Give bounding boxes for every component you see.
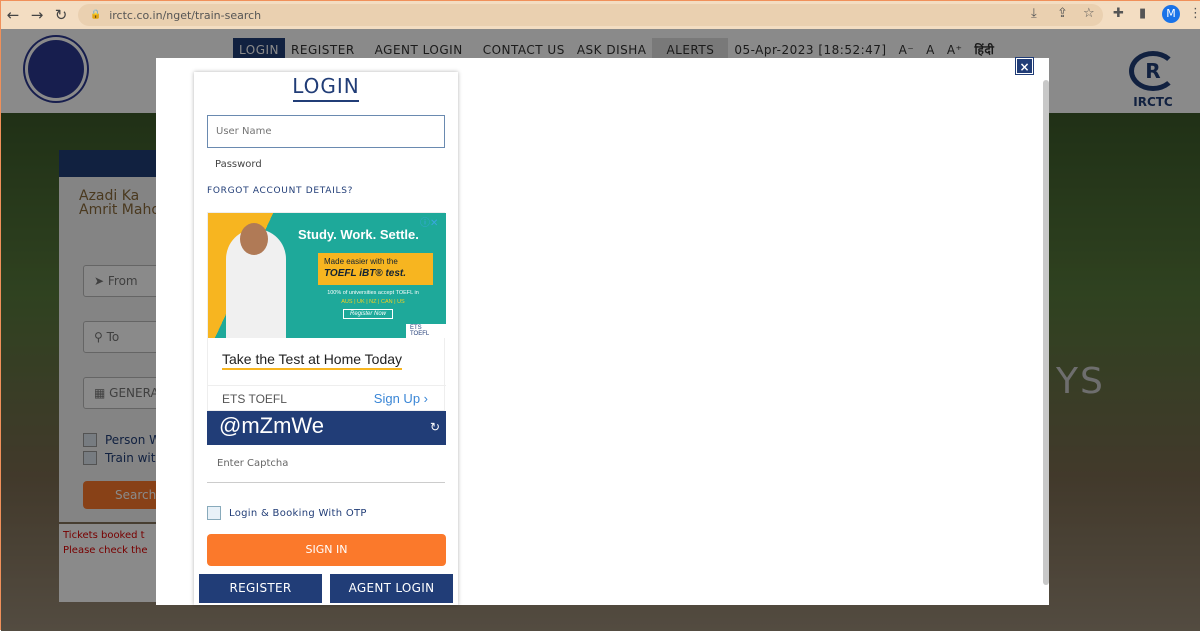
page: LOGIN REGISTER AGENT LOGIN CONTACT US AS… <box>1 29 1200 631</box>
url-text: irctc.co.in/nget/train-search <box>109 8 262 22</box>
ad-tagline: Made easier with the TOEFL iBT® test. <box>318 253 433 285</box>
close-button[interactable]: × <box>1015 57 1034 75</box>
username-input[interactable] <box>207 115 445 148</box>
lock-icon: 🔒 <box>90 10 102 20</box>
ad-title[interactable]: Take the Test at Home Today <box>222 351 403 370</box>
captcha-text: @mZmWe <box>219 413 325 438</box>
forgot-account-link[interactable]: FORGOT ACCOUNT DETAILS? <box>207 186 353 196</box>
ad-person-head <box>240 223 268 255</box>
refresh-icon[interactable]: ↻ <box>430 420 440 434</box>
title-underline <box>293 100 359 102</box>
ad-info-icon[interactable]: ⓘ✕ <box>420 214 438 229</box>
extensions-icon[interactable]: ✚ <box>1113 6 1124 21</box>
register-button[interactable]: REGISTER <box>199 574 322 603</box>
profile-avatar[interactable]: M <box>1162 5 1180 23</box>
ad-sign-up-link[interactable]: Sign Up › <box>374 391 428 406</box>
ad-headline: Study. Work. Settle. <box>298 227 419 242</box>
forward-icon[interactable]: → <box>25 6 49 24</box>
download-icon[interactable]: ⤓ <box>1031 6 1037 21</box>
login-title: LOGIN <box>292 74 360 98</box>
ad-footer: ETS TOEFL Sign Up › <box>208 385 446 412</box>
sidebar-icon[interactable]: ▮ <box>1139 6 1146 21</box>
back-icon[interactable]: ← <box>1 6 25 24</box>
ad-register-now[interactable]: Register Now <box>343 309 394 319</box>
ad-small-text: 100% of universities accept TOEFL in AUS … <box>327 290 419 305</box>
captcha-image: @mZmWe ↻ <box>207 411 446 445</box>
otp-checkbox[interactable]: Login & Booking With OTP <box>207 506 367 520</box>
captcha-input[interactable]: Enter Captcha <box>207 452 445 483</box>
menu-icon[interactable]: ⋮ <box>1189 6 1200 21</box>
reload-icon[interactable]: ↻ <box>49 6 73 24</box>
otp-label: Login & Booking With OTP <box>229 507 367 519</box>
login-panel: LOGIN Password FORGOT ACCOUNT DETAILS? S… <box>194 72 458 605</box>
ets-logo: ETS TOEFL <box>406 324 446 338</box>
ad-image[interactable]: Study. Work. Settle. Made easier with th… <box>208 213 446 338</box>
browser-toolbar: ← → ↻ 🔒 irctc.co.in/nget/train-search ⤓ ⇪… <box>1 1 1200 29</box>
scrollbar[interactable] <box>1043 80 1049 585</box>
agent-login-button[interactable]: AGENT LOGIN <box>330 574 453 603</box>
address-bar[interactable]: 🔒 irctc.co.in/nget/train-search <box>78 4 1103 26</box>
password-input[interactable]: Password <box>215 159 262 170</box>
advertisement[interactable]: Study. Work. Settle. Made easier with th… <box>207 212 446 412</box>
share-icon[interactable]: ⇪ <box>1057 6 1068 21</box>
sign-in-button[interactable]: SIGN IN <box>207 534 446 566</box>
ad-advertiser: ETS TOEFL <box>222 392 287 406</box>
login-modal: × LOGIN Password FORGOT ACCOUNT DETAILS?… <box>156 57 1049 605</box>
checkbox[interactable] <box>207 506 221 520</box>
star-icon[interactable]: ☆ <box>1083 6 1095 21</box>
